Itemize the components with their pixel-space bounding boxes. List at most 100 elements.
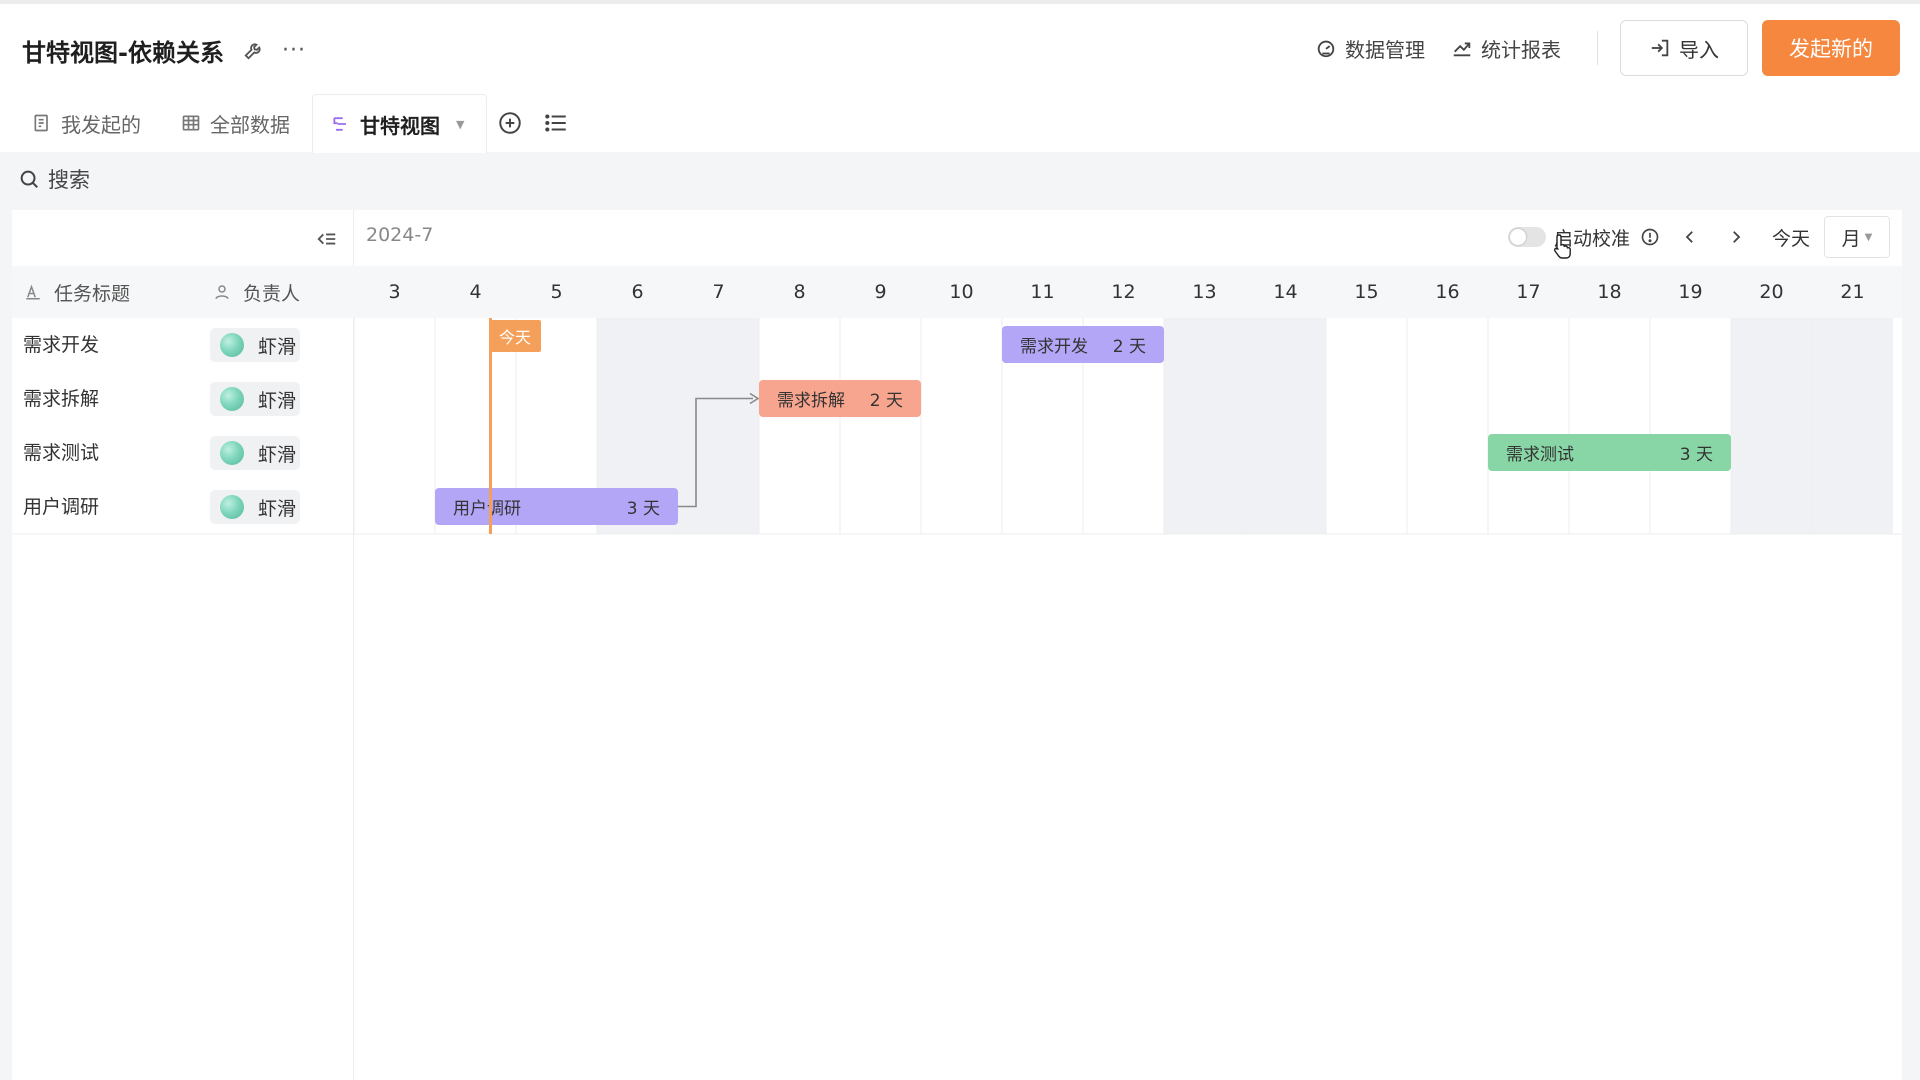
gantt-bar-duration: 2 天 bbox=[1112, 337, 1146, 357]
day-label: 21 bbox=[1840, 281, 1865, 303]
column-header-label: 负责人 bbox=[243, 282, 301, 305]
data-management-button[interactable]: 数据管理 bbox=[1315, 34, 1425, 63]
time-scale-select[interactable]: 月 ▼ bbox=[1824, 216, 1890, 258]
import-icon bbox=[1651, 39, 1669, 57]
header-divider bbox=[1597, 31, 1598, 65]
day-label: 16 bbox=[1435, 281, 1460, 303]
day-label: 13 bbox=[1192, 281, 1217, 303]
list-icon bbox=[545, 114, 567, 132]
weekend-shade bbox=[1164, 318, 1245, 534]
left-panel-divider bbox=[353, 210, 354, 1080]
day-label: 19 bbox=[1678, 281, 1703, 303]
create-new-button[interactable]: 发起新的 bbox=[1762, 20, 1900, 76]
tab-all-data[interactable]: 全部数据 bbox=[163, 94, 312, 152]
dashboard-icon bbox=[1317, 40, 1335, 58]
view-tabs: 我发起的 全部数据 甘特视图 ▼ bbox=[14, 90, 579, 153]
weekend-shade bbox=[678, 318, 759, 534]
gantt-bar-duration: 3 天 bbox=[1679, 445, 1713, 465]
month-label: 2024-7 bbox=[366, 224, 434, 246]
task-title: 需求拆解 bbox=[23, 388, 100, 410]
gantt-bar-duration: 3 天 bbox=[626, 499, 660, 519]
tab-my-initiated[interactable]: 我发起的 bbox=[14, 94, 163, 152]
chart-trend-icon bbox=[1453, 42, 1471, 57]
day-label: 14 bbox=[1273, 281, 1298, 303]
page-header: 甘特视图-依赖关系 ··· 数据管理 统计报表 导入 发起新的 我发起的 全部数… bbox=[0, 4, 1920, 153]
weekend-shade bbox=[1731, 318, 1812, 534]
statistics-report-label: 统计报表 bbox=[1481, 37, 1561, 62]
owner-name: 虾滑 bbox=[258, 443, 297, 466]
search-icon bbox=[20, 170, 38, 188]
chevron-left-icon[interactable] bbox=[1674, 221, 1706, 253]
more-options-icon[interactable]: ··· bbox=[278, 34, 310, 66]
person-icon bbox=[215, 285, 229, 300]
edit-wrench-icon[interactable] bbox=[238, 34, 270, 66]
day-label: 12 bbox=[1111, 281, 1136, 303]
collapse-panel-icon[interactable] bbox=[312, 224, 342, 254]
gantt-bar[interactable]: 需求拆解 2 天 bbox=[759, 380, 921, 417]
day-label: 5 bbox=[550, 281, 563, 303]
day-label: 7 bbox=[712, 281, 725, 303]
day-label: 6 bbox=[631, 281, 644, 303]
task-title: 需求测试 bbox=[23, 442, 100, 464]
chevron-down-icon[interactable]: ▼ bbox=[456, 118, 464, 131]
day-label: 10 bbox=[949, 281, 974, 303]
gantt-icon bbox=[333, 117, 346, 131]
table-icon bbox=[182, 115, 200, 131]
statistics-report-button[interactable]: 统计报表 bbox=[1451, 34, 1561, 63]
gantt-bar[interactable]: 用户调研 3 天 bbox=[435, 488, 678, 525]
weekend-shade bbox=[1812, 318, 1893, 534]
gantt-bar[interactable]: 需求测试 3 天 bbox=[1488, 434, 1731, 471]
column-header-task-title[interactable]: 任务标题 bbox=[12, 266, 211, 318]
tab-label: 甘特视图 bbox=[360, 113, 440, 138]
owner-chip[interactable]: 虾滑 bbox=[210, 382, 300, 416]
search-label: 搜索 bbox=[48, 168, 90, 192]
search-input[interactable]: 搜索 bbox=[18, 162, 90, 196]
info-icon[interactable] bbox=[1640, 227, 1660, 247]
auto-calibrate-toggle[interactable] bbox=[1507, 227, 1546, 247]
weekend-shade bbox=[1245, 318, 1326, 534]
day-label: 4 bbox=[469, 281, 482, 303]
avatar bbox=[220, 495, 244, 519]
today-flag: 今天 bbox=[489, 320, 541, 352]
title-row: 甘特视图-依赖关系 ··· bbox=[22, 32, 310, 68]
day-label: 9 bbox=[874, 281, 887, 303]
gantt-bar-title: 需求拆解 bbox=[777, 391, 845, 411]
today-button[interactable]: 今天 bbox=[1772, 224, 1810, 251]
task-row[interactable]: 需求测试 虾滑 bbox=[12, 426, 353, 480]
day-label: 18 bbox=[1597, 281, 1622, 303]
header-actions: 数据管理 统计报表 导入 发起新的 bbox=[1315, 20, 1900, 76]
task-row[interactable]: 用户调研 虾滑 bbox=[12, 480, 353, 534]
day-label: 11 bbox=[1030, 281, 1055, 303]
avatar bbox=[220, 441, 244, 465]
text-field-icon bbox=[26, 284, 40, 300]
gantt-bar[interactable]: 需求开发 2 天 bbox=[1002, 326, 1164, 363]
column-header-label: 任务标题 bbox=[54, 282, 131, 305]
tab-gantt-view[interactable]: 甘特视图 ▼ bbox=[312, 94, 488, 153]
import-button[interactable]: 导入 bbox=[1620, 20, 1748, 76]
view-list-button[interactable] bbox=[533, 94, 579, 152]
avatar bbox=[220, 387, 244, 411]
day-label: 17 bbox=[1516, 281, 1541, 303]
day-label: 3 bbox=[388, 281, 401, 303]
owner-name: 虾滑 bbox=[258, 335, 297, 358]
task-title: 用户调研 bbox=[23, 496, 100, 518]
owner-name: 虾滑 bbox=[258, 389, 297, 412]
task-title: 需求开发 bbox=[23, 334, 100, 356]
owner-chip[interactable]: 虾滑 bbox=[210, 436, 300, 470]
gantt-bar-duration: 2 天 bbox=[869, 391, 903, 411]
task-row[interactable]: 需求开发 虾滑 bbox=[12, 318, 353, 372]
avatar bbox=[220, 333, 244, 357]
owner-chip[interactable]: 虾滑 bbox=[210, 328, 300, 362]
day-label: 8 bbox=[793, 281, 806, 303]
add-view-button[interactable] bbox=[487, 94, 533, 152]
task-row[interactable]: 需求拆解 虾滑 bbox=[12, 372, 353, 426]
owner-chip[interactable]: 虾滑 bbox=[210, 490, 300, 524]
chevron-right-icon[interactable] bbox=[1720, 221, 1752, 253]
column-header-owner[interactable]: 负责人 bbox=[199, 266, 367, 318]
form-icon bbox=[34, 114, 48, 132]
page-title: 甘特视图-依赖关系 bbox=[22, 38, 224, 67]
tab-label: 全部数据 bbox=[210, 112, 290, 137]
day-label: 20 bbox=[1759, 281, 1784, 303]
mouse-cursor-icon bbox=[1553, 234, 1571, 259]
gantt-bar-title: 用户调研 bbox=[453, 499, 521, 519]
